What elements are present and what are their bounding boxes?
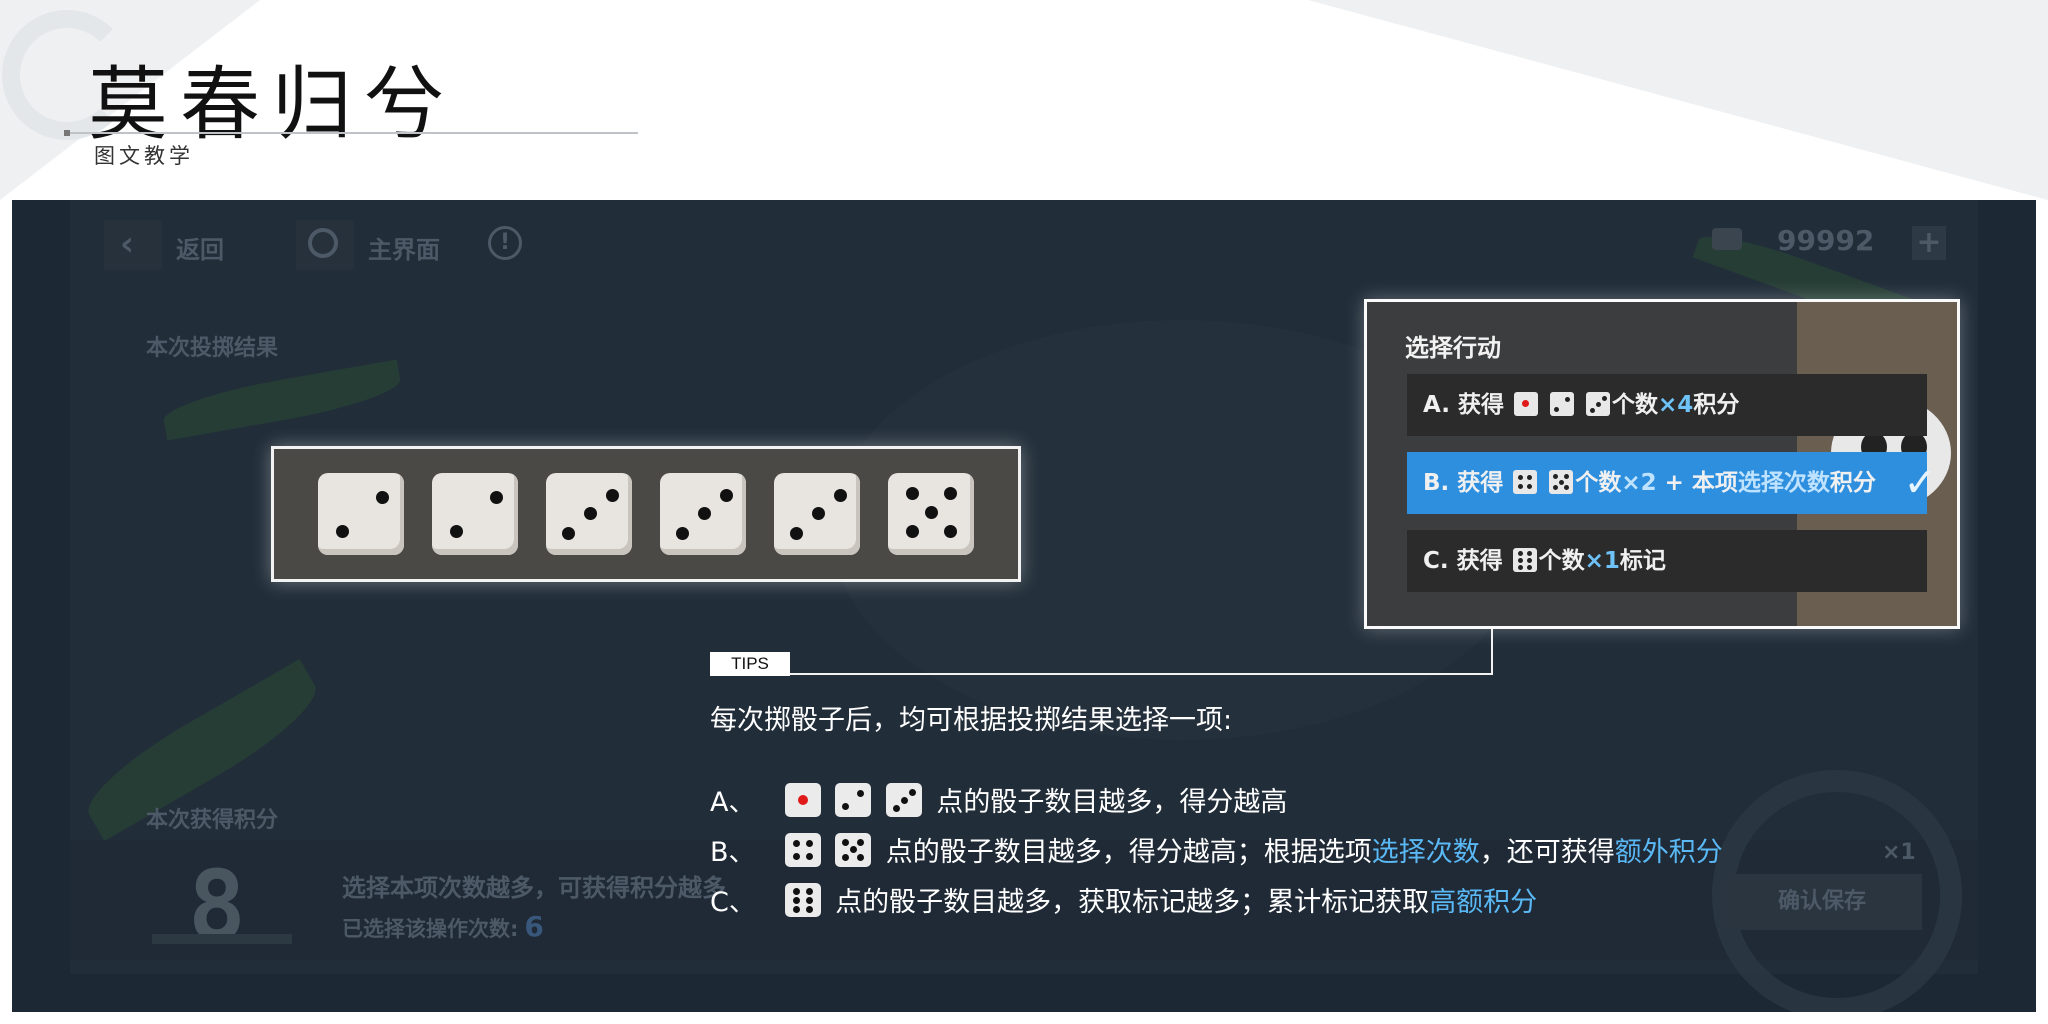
card-title: 选择行动	[1405, 334, 1501, 362]
die-face-6-icon	[1512, 548, 1537, 572]
tip-b-text2: ，还可获得	[1479, 837, 1615, 868]
die-face-1-icon	[784, 783, 821, 817]
home-label: 主界面	[368, 236, 440, 264]
score-value: 8	[188, 850, 246, 962]
page-subtitle: 图文教学	[94, 144, 194, 168]
coin-icon	[1712, 228, 1742, 250]
die-face-6-icon	[784, 883, 821, 917]
score-bar	[152, 934, 292, 944]
option-a-suffix: 个数	[1612, 392, 1659, 418]
game-screenshot: ‹ 返回 主界面 ! 99992 + 本次投掷结果 本次获得积分 8 选择本项次…	[12, 200, 2036, 1012]
checkmark-icon: ✓	[1903, 460, 1937, 506]
die-face-4-icon	[1513, 470, 1538, 494]
tip-a: A、 点的骰子数目越多，得分越高	[710, 780, 1287, 819]
option-a[interactable]: A. 获得 个数×4积分	[1407, 374, 1927, 436]
option-a-multiplier: ×4	[1658, 392, 1694, 418]
die-face-2-icon	[835, 783, 872, 817]
option-b-multiplier: ×2	[1621, 470, 1657, 496]
tips-tag: TIPS	[710, 652, 790, 676]
choose-action-card: 选择行动 A. 获得 个数×4积分 B. 获得 个数×2 + 本项选择次数积分 …	[1364, 299, 1960, 629]
tip-a-prefix: A、	[710, 787, 756, 818]
dice-result-window	[271, 446, 1021, 582]
option-c-prefix: C. 获得	[1423, 548, 1503, 574]
option-b-tail: 积分	[1829, 470, 1876, 496]
header-decoration-right	[1308, 0, 2048, 200]
home-circle-icon	[308, 228, 338, 258]
tip-a-text: 点的骰子数目越多，得分越高	[936, 787, 1288, 818]
die-face-4-icon	[784, 833, 821, 867]
info-icon[interactable]: !	[488, 226, 522, 260]
option-b-highlight: 选择次数	[1737, 470, 1830, 496]
die-3	[774, 473, 860, 555]
option-a-prefix: A. 获得	[1423, 392, 1504, 418]
score-section-label: 本次获得积分	[146, 808, 279, 833]
option-b-prefix: B. 获得	[1423, 470, 1504, 496]
coin-count: 99992	[1777, 224, 1875, 257]
die-face-3-icon	[885, 783, 922, 817]
die-face-5-icon	[835, 833, 872, 867]
option-b[interactable]: B. 获得 个数×2 + 本项选择次数积分	[1407, 452, 1927, 514]
option-a-tail: 积分	[1693, 392, 1740, 418]
die-3	[546, 473, 632, 555]
option-c-tail: 标记	[1619, 548, 1666, 574]
tip-b-highlight-2: 额外积分	[1614, 837, 1723, 868]
tips-intro: 每次掷骰子后，均可根据投掷结果选择一项:	[710, 705, 1233, 736]
tip-c: C、 点的骰子数目越多，获取标记越多；累计标记获取高额积分	[710, 880, 1537, 919]
die-face-5-icon	[1549, 470, 1574, 494]
die-2	[432, 473, 518, 555]
tip-c-text1: 点的骰子数目越多，获取标记越多；累计标记获取	[835, 887, 1430, 918]
times-selected: 已选择该操作次数: 6	[342, 910, 544, 943]
tutorial-page: 莫春归兮 图文教学 ‹ 返回 主界面 ! 99992 + 本次投掷结果 本次获得…	[0, 0, 2048, 1024]
back-label: 返回	[176, 236, 224, 264]
die-face-1-icon	[1514, 392, 1538, 416]
score-description: 选择本项次数越多，可获得积分越多	[342, 874, 726, 902]
option-c[interactable]: C. 获得 个数×1标记	[1407, 530, 1927, 592]
option-c-suffix: 个数	[1538, 548, 1585, 574]
die-face-3-icon	[1586, 392, 1611, 416]
tip-c-highlight: 高额积分	[1429, 887, 1538, 918]
tip-b-prefix: B、	[710, 837, 756, 868]
tip-b-highlight-1: 选择次数	[1371, 837, 1480, 868]
result-section-label: 本次投掷结果	[146, 336, 279, 361]
die-face-2-icon	[1550, 392, 1575, 416]
chevron-left-icon: ‹	[120, 224, 135, 264]
page-title: 莫春归兮	[88, 58, 456, 151]
die-3	[660, 473, 746, 555]
die-2	[318, 473, 404, 555]
times-value: 6	[524, 910, 544, 943]
add-coins-button[interactable]: +	[1912, 226, 1946, 260]
back-button[interactable]: ‹	[104, 220, 162, 270]
callout-line	[787, 673, 1493, 675]
die-5	[888, 473, 974, 555]
title-divider	[64, 132, 638, 134]
score-multiplier-badge: ×1	[1882, 840, 1916, 865]
tip-c-prefix: C、	[710, 887, 756, 918]
title-divider-dot	[64, 130, 70, 136]
callout-connector	[1491, 629, 1493, 675]
times-label: 已选择该操作次数:	[342, 917, 519, 941]
option-b-mid: + 本项	[1656, 470, 1738, 496]
confirm-save-button[interactable]: 确认保存	[1722, 874, 1922, 930]
tip-b: B、 点的骰子数目越多，得分越高；根据选项选择次数，还可获得额外积分	[710, 830, 1723, 869]
option-b-suffix: 个数	[1575, 470, 1622, 496]
tip-b-text1: 点的骰子数目越多，得分越高；根据选项	[885, 837, 1372, 868]
option-c-multiplier: ×1	[1584, 548, 1620, 574]
